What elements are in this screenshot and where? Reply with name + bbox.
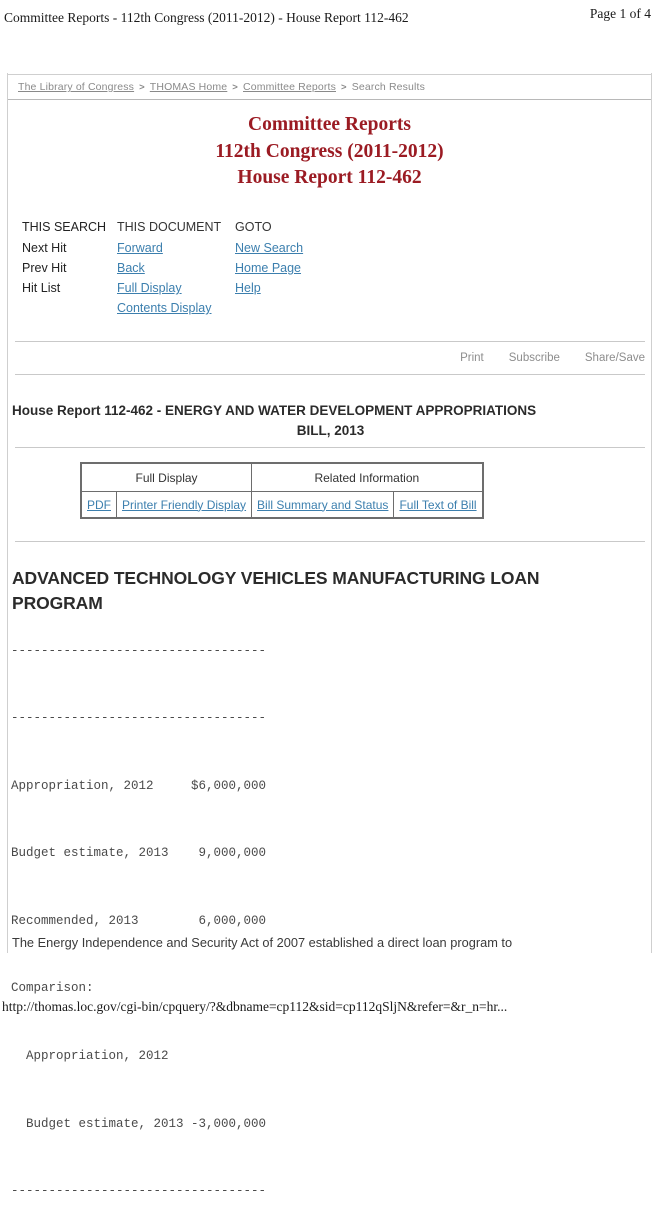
page-title-line-1: Committee Reports [8, 112, 651, 139]
body-paragraph: The Energy Independence and Security Act… [12, 933, 652, 952]
nav-header-goto: GOTO [235, 220, 303, 241]
nav-header-this-search: THIS SEARCH [22, 220, 117, 241]
subscribe-button[interactable]: Subscribe [509, 352, 560, 364]
tool-row: Print Subscribe Share/Save [460, 352, 645, 364]
breadcrumb-separator: > [232, 82, 238, 93]
print-header-title: Committee Reports - 112th Congress (2011… [4, 10, 409, 26]
nav-header-this-document: THIS DOCUMENT [117, 220, 235, 241]
navigation-row: Hit List Full Display Help [22, 281, 303, 301]
link-bill-summary-and-status[interactable]: Bill Summary and Status [257, 498, 388, 512]
nav-link-home-page[interactable]: Home Page [235, 261, 301, 275]
link-full-text-of-bill[interactable]: Full Text of Bill [399, 498, 476, 512]
breadcrumb-separator: > [139, 82, 145, 93]
report-title-line-1: House Report 112-462 - ENERGY AND WATER … [12, 401, 649, 421]
navigation-table: THIS SEARCH THIS DOCUMENT GOTO Next Hit … [22, 220, 303, 321]
report-title-line-2: BILL, 2013 [12, 421, 649, 441]
navigation-row: Next Hit Forward New Search [22, 241, 303, 261]
breadcrumb-separator: > [341, 82, 347, 93]
links-header-related-information: Related Information [252, 463, 483, 492]
divider-below-links-table [15, 541, 645, 542]
share-save-button[interactable]: Share/Save [585, 352, 645, 364]
appropriations-figures-block: ---------------------------------- -----… [11, 635, 641, 1209]
nav-link-contents-display[interactable]: Contents Display [117, 301, 212, 315]
print-button[interactable]: Print [460, 352, 484, 364]
links-header-full-display: Full Display [81, 463, 252, 492]
divider-below-tools [15, 374, 645, 375]
link-printer-friendly-display[interactable]: Printer Friendly Display [122, 498, 246, 512]
divider-above-tools [15, 341, 645, 342]
nav-label-prev-hit: Prev Hit [22, 261, 117, 281]
nav-link-new-search[interactable]: New Search [235, 241, 303, 255]
document-links-header-row: Full Display Related Information [81, 463, 483, 492]
nav-link-help[interactable]: Help [235, 281, 261, 295]
page-title-line-3: House Report 112-462 [8, 165, 651, 192]
report-title: House Report 112-462 - ENERGY AND WATER … [12, 401, 649, 441]
print-header-page-number: Page 1 of 4 [590, 6, 651, 22]
print-header: Committee Reports - 112th Congress (2011… [0, 0, 661, 30]
breadcrumb-item-library-of-congress[interactable]: The Library of Congress [18, 81, 134, 93]
page-title: Committee Reports 112th Congress (2011-2… [8, 112, 651, 192]
document-links-table: Full Display Related Information PDF Pri… [80, 462, 484, 519]
nav-link-back[interactable]: Back [117, 261, 145, 275]
nav-label-next-hit: Next Hit [22, 241, 117, 261]
breadcrumb-item-committee-reports[interactable]: Committee Reports [243, 81, 336, 93]
nav-link-full-display[interactable]: Full Display [117, 281, 182, 295]
nav-link-forward[interactable]: Forward [117, 241, 163, 255]
navigation-row: Prev Hit Back Home Page [22, 261, 303, 281]
section-heading: ADVANCED TECHNOLOGY VEHICLES MANUFACTURI… [12, 566, 632, 616]
nav-label-hit-list: Hit List [22, 281, 117, 301]
breadcrumb-item-search-results: Search Results [352, 81, 425, 93]
breadcrumb-item-thomas-home[interactable]: THOMAS Home [150, 81, 228, 93]
navigation-row: Contents Display [22, 301, 303, 321]
page-title-line-2: 112th Congress (2011-2012) [8, 139, 651, 166]
document-links-row: PDF Printer Friendly Display Bill Summar… [81, 492, 483, 519]
breadcrumb: The Library of Congress > THOMAS Home > … [8, 74, 651, 100]
navigation-header-row: THIS SEARCH THIS DOCUMENT GOTO [22, 220, 303, 241]
link-pdf[interactable]: PDF [87, 498, 111, 512]
divider-below-report-title [15, 447, 645, 448]
print-footer-url: http://thomas.loc.gov/cgi-bin/cpquery/?&… [2, 999, 507, 1015]
